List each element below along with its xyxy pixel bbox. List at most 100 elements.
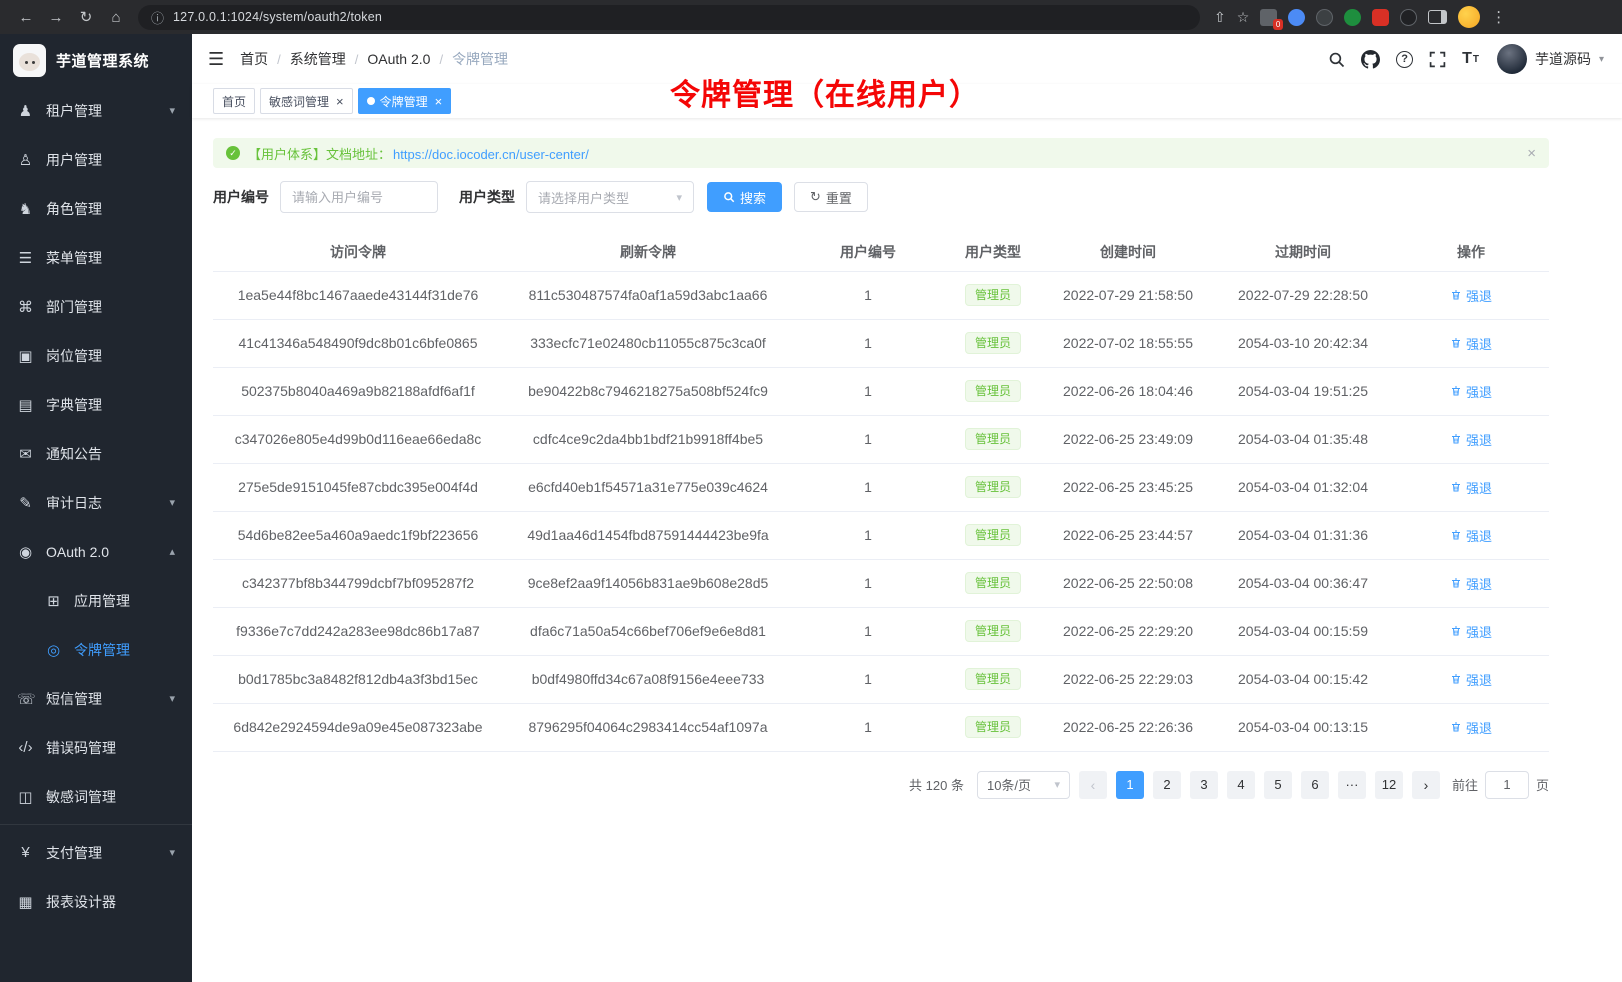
sidebar-item-user[interactable]: ♙用户管理 [0,135,192,184]
app-logo[interactable]: 芋道管理系统 [0,34,192,86]
sidebar-item-oauth-app[interactable]: ⊞应用管理 [0,576,192,625]
extension-badged-icon[interactable]: 0 [1260,9,1277,26]
force-logout-button[interactable]: 强退 [1450,526,1492,545]
alert-close-icon[interactable]: × [1527,145,1536,162]
page-button-2[interactable]: 2 [1153,771,1181,799]
user-menu[interactable]: 芋道源码 ▾ [1497,44,1604,74]
page-content: ✓ 【用户体系】文档地址：https://doc.iocoder.cn/user… [192,118,1622,982]
force-logout-button[interactable]: 强退 [1450,718,1492,737]
browser-profile-avatar[interactable] [1458,6,1480,28]
table-row: 1ea5e44f8bc1467aaede43144f31de76811c5304… [213,271,1549,319]
user-type-badge: 管理员 [965,572,1021,594]
chevron-down-icon: ▾ [676,191,682,204]
url-bar[interactable]: ⓘ 127.0.0.1:1024/system/oauth2/token [138,5,1200,30]
table-row: c342377bf8b344799dcbf7bf095287f29ce8ef2a… [213,559,1549,607]
sidebar-item-sensitive[interactable]: ◫敏感词管理 [0,772,192,821]
breadcrumb-item[interactable]: 首页 [240,49,268,69]
site-info-icon[interactable]: ⓘ [151,8,164,27]
user-type-badge: 管理员 [965,428,1021,450]
sidebar-item-dict[interactable]: ▤字典管理 [0,380,192,429]
user-id-input[interactable] [280,181,438,213]
tab-token-management[interactable]: 令牌管理× [358,88,452,114]
chevron-down-icon: ▾ [169,692,175,705]
table-header-row: 访问令牌刷新令牌用户编号用户类型创建时间过期时间操作 [213,234,1549,271]
sidebar-item-sms[interactable]: ☏短信管理▾ [0,674,192,723]
sidebar-panel-icon[interactable] [1428,10,1447,24]
pagination-bar: 共 120 条 10条/页 ▾ ‹ 123456···12 › 前往 页 [213,771,1549,799]
page-unit: 页 [1536,775,1549,794]
user-avatar [1497,44,1527,74]
next-page-button[interactable]: › [1412,771,1440,799]
breadcrumb-item[interactable]: 系统管理 [290,49,346,69]
sidebar-item-pay[interactable]: ¥支付管理▾ [0,828,192,877]
tab-close-icon[interactable]: × [336,95,344,108]
back-button[interactable]: ← [12,3,40,31]
refresh-token-cell: b0df4980ffd34c67a08f9156e4eee733 [503,655,793,703]
user-type-badge: 管理员 [965,620,1021,642]
prev-page-button[interactable]: ‹ [1079,771,1107,799]
tab-sensitive-word-management[interactable]: 敏感词管理× [260,88,353,114]
home-button[interactable]: ⌂ [102,3,130,31]
forward-button[interactable]: → [42,3,70,31]
help-icon[interactable]: ? [1396,51,1413,68]
page-size-select[interactable]: 10条/页 ▾ [977,771,1070,799]
extension-blue-icon[interactable] [1288,9,1305,26]
browser-menu-icon[interactable]: ⋮ [1491,8,1506,26]
user-type-select[interactable]: 请选择用户类型 ▾ [526,181,694,213]
tab-close-icon[interactable]: × [435,95,443,108]
search-icon[interactable] [1328,51,1345,68]
page-ellipsis[interactable]: ··· [1338,771,1366,799]
table-row: f9336e7c7dd242a283ee98dc86b17a87dfa6c71a… [213,607,1549,655]
github-icon[interactable] [1361,50,1380,69]
sidebar-item-tenant[interactable]: ♟租户管理▾ [0,86,192,135]
page-button-6[interactable]: 6 [1301,771,1329,799]
force-logout-button[interactable]: 强退 [1450,670,1492,689]
sidebar-item-role[interactable]: ♞角色管理 [0,184,192,233]
app-title: 芋道管理系统 [56,50,149,71]
reset-button[interactable]: ↻ 重置 [794,182,868,212]
sidebar-item-post[interactable]: ▣岗位管理 [0,331,192,380]
force-logout-button[interactable]: 强退 [1450,574,1492,593]
goto-label: 前往 [1452,775,1478,794]
search-button[interactable]: 搜索 [707,182,782,212]
expire-time-cell: 2054-03-04 00:36:47 [1213,559,1393,607]
goto-page-input[interactable] [1485,771,1529,799]
total-count: 共 120 条 [909,775,964,794]
page-button-3[interactable]: 3 [1190,771,1218,799]
sidebar-item-notice[interactable]: ✉通知公告 [0,429,192,478]
column-header: 用户类型 [943,234,1043,271]
doc-link[interactable]: https://doc.iocoder.cn/user-center/ [393,147,589,162]
sidebar-item-oauth[interactable]: ◉OAuth 2.0▴ [0,527,192,576]
sidebar-item-audit[interactable]: ✎审计日志▾ [0,478,192,527]
force-logout-button[interactable]: 强退 [1450,286,1492,305]
sidebar-item-report[interactable]: ▦报表设计器 [0,877,192,926]
sidebar-item-dept[interactable]: ⌘部门管理 [0,282,192,331]
sidebar-item-menu[interactable]: ☰菜单管理 [0,233,192,282]
force-logout-button[interactable]: 强退 [1450,478,1492,497]
force-logout-button[interactable]: 强退 [1450,430,1492,449]
refresh-button[interactable]: ↻ [72,3,100,31]
force-logout-button[interactable]: 强退 [1450,334,1492,353]
extension-paw-icon[interactable] [1400,9,1417,26]
extension-red-icon[interactable] [1372,9,1389,26]
share-icon[interactable]: ⇧ [1214,9,1226,26]
force-logout-button[interactable]: 强退 [1450,382,1492,401]
url-text: 127.0.0.1:1024/system/oauth2/token [173,10,382,24]
fullscreen-icon[interactable] [1429,51,1446,68]
page-button-12[interactable]: 12 [1375,771,1403,799]
tab-home[interactable]: 首页 [213,88,255,114]
token-broadcast-icon: ◎ [45,641,62,659]
page-button-5[interactable]: 5 [1264,771,1292,799]
sidebar-item-errcode[interactable]: ‹/›错误码管理 [0,723,192,772]
extension-green-icon[interactable] [1344,9,1361,26]
force-logout-button[interactable]: 强退 [1450,622,1492,641]
breadcrumb-item[interactable]: OAuth 2.0 [367,51,430,67]
force-logout-icon [1450,529,1462,541]
page-button-1[interactable]: 1 [1116,771,1144,799]
extension-dark-icon[interactable] [1316,9,1333,26]
font-size-icon[interactable]: TT [1462,50,1479,68]
bookmark-star-icon[interactable]: ☆ [1237,9,1250,26]
sidebar-item-oauth-token[interactable]: ◎令牌管理 [0,625,192,674]
sidebar-toggle-icon[interactable]: ☰ [208,49,224,70]
page-button-4[interactable]: 4 [1227,771,1255,799]
